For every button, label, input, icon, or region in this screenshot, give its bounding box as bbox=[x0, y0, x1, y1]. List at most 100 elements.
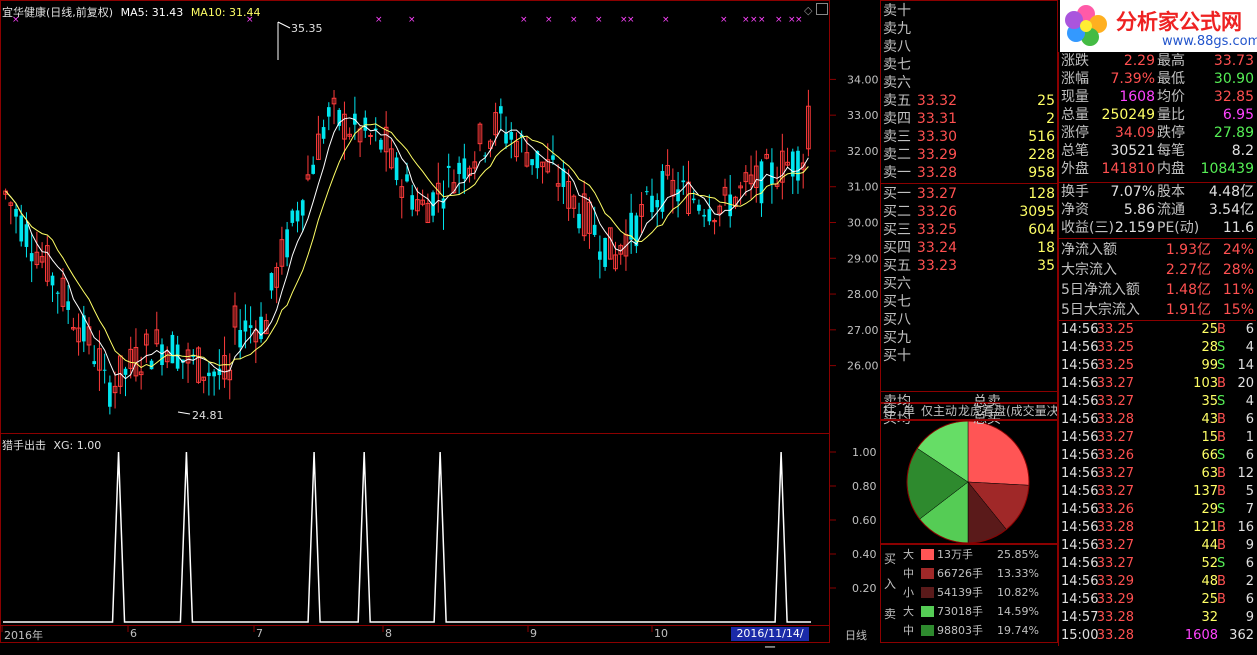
quote-label-2: 流通 bbox=[1157, 202, 1185, 218]
tick-volume: 137 bbox=[1193, 484, 1218, 499]
tick-price: 33.27 bbox=[1096, 430, 1134, 445]
period-label[interactable]: 日线 bbox=[845, 627, 867, 643]
tick-count: 6 bbox=[1245, 556, 1254, 571]
view-tabs: 柱 单 仅主动 龙虎看盘(成交量决 bbox=[880, 402, 1058, 420]
tick-price: 33.26 bbox=[1096, 502, 1134, 517]
tick-price: 33.27 bbox=[1096, 538, 1134, 553]
quote-label-2: 最低 bbox=[1157, 71, 1185, 87]
quote-row: 涨跌 2.29 最高 33.73 bbox=[1059, 52, 1256, 70]
tick-price: 33.29 bbox=[1096, 574, 1134, 589]
candle-body-down bbox=[321, 127, 326, 139]
tick-volume: 29 bbox=[1201, 502, 1218, 517]
tick-row: 14:56 33.25 28 S 4 bbox=[1059, 339, 1256, 357]
tick-price: 33.28 bbox=[1096, 628, 1134, 643]
tab-dragon-tiger[interactable]: 龙虎看盘(成交量决 bbox=[958, 403, 1057, 419]
sell-volume: 2 bbox=[1046, 111, 1055, 127]
tab-single[interactable]: 单 bbox=[903, 403, 915, 419]
quote-row: 总笔 30521 每笔 8.2 bbox=[1059, 142, 1256, 160]
tick-count: 4 bbox=[1245, 394, 1254, 409]
tab-bar[interactable]: 柱 bbox=[883, 403, 895, 419]
ma10-line bbox=[5, 123, 809, 369]
quote-label-2: 量比 bbox=[1157, 107, 1185, 123]
legend-qty: 66726手 bbox=[937, 567, 983, 580]
tick-price: 33.25 bbox=[1096, 358, 1134, 373]
legend-pct: 10.82% bbox=[997, 586, 1039, 599]
tick-side: S bbox=[1217, 556, 1226, 571]
sell-level-label: 卖九 bbox=[883, 21, 911, 37]
y-tick-label: 28.00 bbox=[847, 288, 879, 301]
tab-active-only[interactable]: 仅主动 bbox=[921, 403, 957, 419]
legend-swatch bbox=[921, 587, 934, 598]
buy-price: 33.24 bbox=[916, 240, 957, 256]
quote-row: 现量 1608 均价 32.85 bbox=[1059, 88, 1256, 106]
legend-pct: 19.74% bbox=[997, 624, 1039, 637]
tick-count: 1 bbox=[1245, 430, 1254, 445]
tick-count: 7 bbox=[1245, 502, 1254, 517]
quote-value: 7.07% bbox=[1110, 184, 1155, 200]
buy-in-label: 买入 bbox=[884, 552, 897, 591]
flow-pct: 24% bbox=[1222, 242, 1254, 258]
diamond-icon[interactable]: ◇ bbox=[804, 4, 812, 17]
candle-body-down bbox=[311, 164, 315, 174]
candle-body-down bbox=[92, 361, 97, 365]
candle-body-down bbox=[248, 325, 253, 328]
signal-marker: × bbox=[662, 15, 670, 25]
candle-body-down bbox=[446, 165, 451, 168]
indicator-header: 猎手出击 XG: 1.00 bbox=[2, 437, 101, 453]
candle-body-down bbox=[499, 106, 503, 114]
candle-body-down bbox=[14, 208, 18, 217]
candle-body-down bbox=[551, 155, 555, 160]
tick-count: 12 bbox=[1237, 466, 1254, 481]
tick-side: B bbox=[1217, 322, 1226, 337]
buy-row: 买五 33.23 35 bbox=[881, 257, 1057, 275]
buy-volume: 35 bbox=[1037, 258, 1055, 274]
buy-row: 买四 33.24 18 bbox=[881, 239, 1057, 257]
tick-side: S bbox=[1217, 502, 1226, 517]
tick-count: 6 bbox=[1245, 412, 1254, 427]
tick-side: B bbox=[1217, 466, 1226, 481]
candle-body-down bbox=[796, 150, 800, 181]
candle-body-down bbox=[462, 158, 467, 179]
tick-volume: 28 bbox=[1201, 340, 1218, 355]
tick-time: 14:56 bbox=[1061, 358, 1099, 373]
candle-body-down bbox=[290, 210, 295, 223]
buy-price: 33.25 bbox=[916, 222, 957, 238]
legend-pct: 13.33% bbox=[997, 567, 1039, 580]
indicator-tick-label: 0.20 bbox=[852, 582, 877, 595]
legend-row: 大 13万手 25.85% bbox=[901, 547, 1057, 563]
quote-label: 总量 bbox=[1061, 107, 1089, 123]
tick-row: 14:56 33.27 44 B 9 bbox=[1059, 537, 1256, 555]
candle-body-down bbox=[457, 162, 461, 175]
quote-label-2: 股本 bbox=[1157, 184, 1185, 200]
y-tick-label: 31.00 bbox=[847, 181, 879, 194]
candle-body-down bbox=[394, 157, 399, 181]
quote-panel: 涨跌 2.29 最高 33.73 涨幅 7.39% 最低 30.90 现量 1608 均价 32.85… bbox=[1058, 52, 1257, 646]
indicator-tick-label: 0.40 bbox=[852, 548, 877, 561]
quote-value-2: 8.2 bbox=[1231, 143, 1254, 159]
quote-value: 30521 bbox=[1110, 143, 1155, 159]
signal-marker: × bbox=[627, 15, 635, 25]
quote-value-2: 30.90 bbox=[1213, 71, 1254, 87]
quote-label-2: 每笔 bbox=[1157, 143, 1185, 159]
candle-body-down bbox=[770, 162, 774, 184]
tick-price: 33.27 bbox=[1096, 484, 1134, 499]
signal-marker: × bbox=[375, 15, 383, 25]
quote-value: 2.159 bbox=[1114, 220, 1155, 236]
maximize-icon[interactable] bbox=[816, 3, 828, 15]
tick-count: 362 bbox=[1229, 628, 1254, 643]
book-divider bbox=[881, 183, 1057, 184]
tick-time: 14:56 bbox=[1061, 412, 1099, 427]
flow-value: 2.27亿 bbox=[1165, 262, 1211, 278]
tick-time: 14:56 bbox=[1061, 538, 1099, 553]
y-tick-label: 32.00 bbox=[847, 145, 879, 158]
sell-price: 33.32 bbox=[916, 93, 957, 109]
tick-price: 33.26 bbox=[1096, 448, 1134, 463]
tick-row: 14:56 33.25 99 S 14 bbox=[1059, 357, 1256, 375]
legend-swatch bbox=[921, 606, 934, 617]
candle-body-down bbox=[728, 194, 733, 217]
x-tick-label: 6 bbox=[130, 627, 137, 640]
quote-label: 净资 bbox=[1061, 202, 1089, 218]
tick-volume: 15 bbox=[1201, 430, 1218, 445]
tick-time: 14:56 bbox=[1061, 484, 1099, 499]
quote-value: 2.29 bbox=[1123, 53, 1155, 69]
